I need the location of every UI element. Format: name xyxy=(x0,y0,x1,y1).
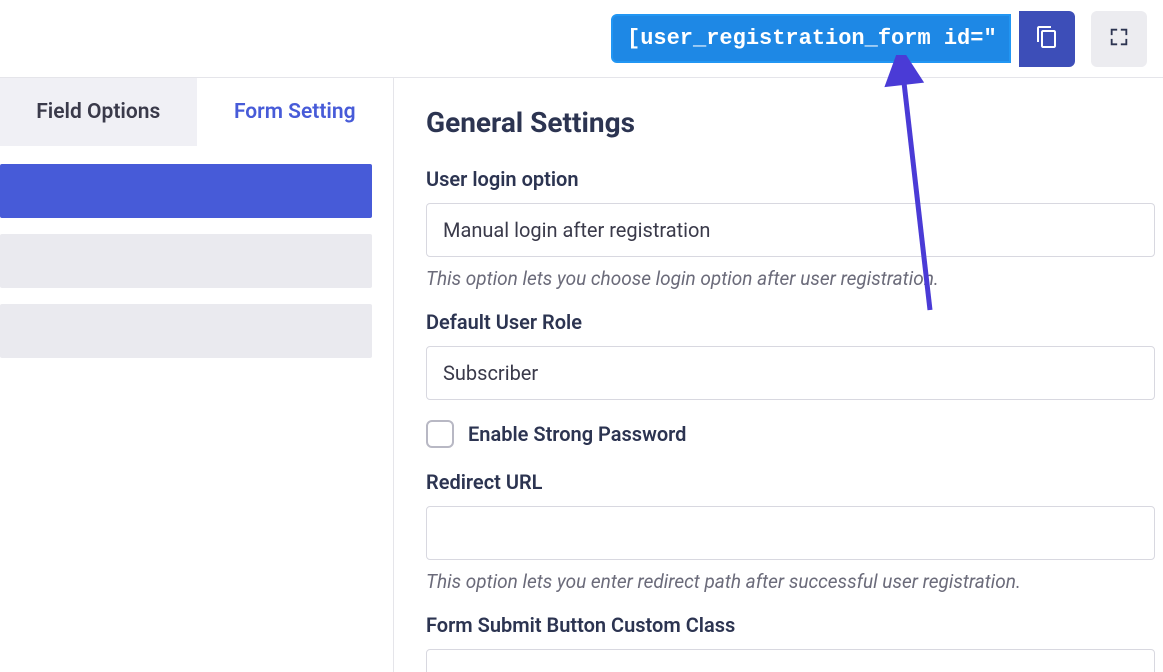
field-submit-class: Form Submit Button Custom Class xyxy=(426,613,1155,672)
field-label: Redirect URL xyxy=(426,470,1155,494)
settings-nav-list xyxy=(0,146,393,374)
strong-password-checkbox[interactable] xyxy=(426,420,454,448)
field-label: User login option xyxy=(426,167,1155,191)
clipboard-icon xyxy=(1035,25,1059,53)
tab-form-setting[interactable]: Form Setting xyxy=(197,78,394,146)
tab-field-options[interactable]: Field Options xyxy=(0,78,197,146)
default-role-select[interactable]: Subscriber xyxy=(426,346,1155,400)
user-login-select[interactable]: Manual login after registration xyxy=(426,203,1155,257)
sidebar: Field Options Form Setting xyxy=(0,78,394,672)
redirect-url-input[interactable] xyxy=(426,506,1155,560)
content-panel: General Settings User login option Manua… xyxy=(394,78,1163,672)
submit-class-input[interactable] xyxy=(426,649,1155,672)
field-default-user-role: Default User Role Subscriber xyxy=(426,310,1155,400)
expand-icon xyxy=(1108,26,1130,52)
settings-nav-item[interactable] xyxy=(0,164,372,218)
help-text: This option lets you choose login option… xyxy=(426,267,1155,290)
page-title: General Settings xyxy=(426,106,1155,139)
field-label: Default User Role xyxy=(426,310,1155,334)
settings-nav-item[interactable] xyxy=(0,304,372,358)
settings-nav-item[interactable] xyxy=(0,234,372,288)
copy-button[interactable] xyxy=(1019,11,1075,67)
main-area: Field Options Form Setting General Setti… xyxy=(0,78,1163,672)
field-strong-password: Enable Strong Password xyxy=(426,420,1155,448)
shortcode-input[interactable] xyxy=(611,14,1011,63)
field-redirect-url: Redirect URL This option lets you enter … xyxy=(426,470,1155,593)
field-label: Form Submit Button Custom Class xyxy=(426,613,1155,637)
checkbox-label: Enable Strong Password xyxy=(468,422,686,446)
field-user-login-option: User login option Manual login after reg… xyxy=(426,167,1155,290)
top-bar xyxy=(0,0,1163,78)
fullscreen-button[interactable] xyxy=(1091,11,1147,67)
help-text: This option lets you enter redirect path… xyxy=(426,570,1155,593)
sidebar-tabs: Field Options Form Setting xyxy=(0,78,393,146)
